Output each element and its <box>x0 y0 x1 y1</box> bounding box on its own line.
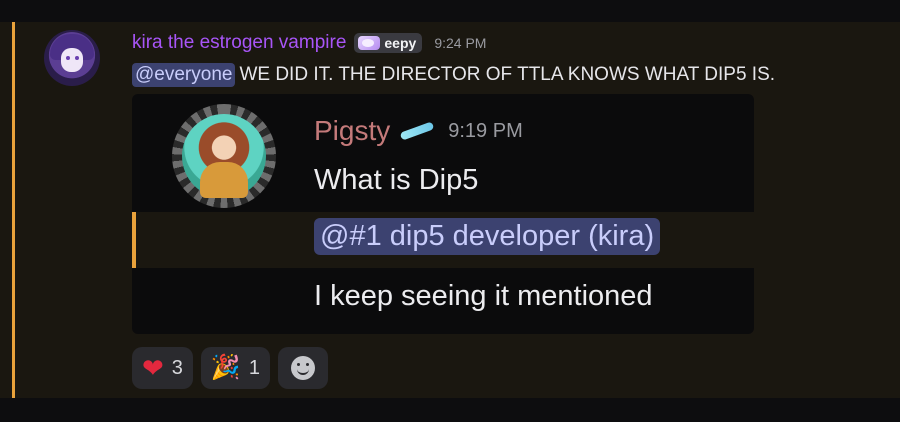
reaction-heart[interactable]: ❤ 3 <box>132 347 193 389</box>
tag-icon <box>358 36 381 50</box>
quoted-screenshot[interactable]: Pigsty 9:19 PM What is Dip5 @#1 dip5 dev… <box>132 94 754 334</box>
quoted-timestamp: 9:19 PM <box>448 119 523 142</box>
reaction-party[interactable]: 🎉 1 <box>200 347 270 389</box>
pill-icon <box>399 121 435 141</box>
avatar[interactable] <box>44 30 100 86</box>
bottom-bar <box>0 398 900 422</box>
message-content: @everyone WE DID IT. THE DIRECTOR OF TTL… <box>132 62 775 88</box>
reactions-bar: ❤ 3 🎉 1 <box>132 347 328 389</box>
username[interactable]: kira the estrogen vampire <box>132 32 346 54</box>
server-tag-label: eepy <box>384 35 417 51</box>
smile-icon <box>290 356 315 380</box>
quoted-text-2: I keep seeing it mentioned <box>314 280 653 312</box>
quoted-text-1: What is Dip5 <box>314 164 479 196</box>
message-header: kira the estrogen vampire eepy 9:24 PM <box>132 32 486 54</box>
party-popper-icon: 🎉 <box>210 354 241 381</box>
timestamp[interactable]: 9:24 PM <box>434 35 486 51</box>
server-tag[interactable]: eepy <box>354 33 423 53</box>
message-text: WE DID IT. THE DIRECTOR OF TTLA KNOWS WH… <box>239 64 776 85</box>
top-bar <box>0 0 900 22</box>
quoted-header: Pigsty 9:19 PM <box>314 114 523 148</box>
reaction-count: 1 <box>248 356 260 379</box>
quoted-avatar <box>172 104 276 208</box>
everyone-mention[interactable]: @everyone <box>132 63 236 87</box>
quoted-role-mention: @#1 dip5 developer (kira) <box>314 218 661 255</box>
quoted-username: Pigsty <box>314 115 391 146</box>
heart-icon: ❤ <box>142 353 164 383</box>
mention-highlight-bar <box>12 22 15 398</box>
add-reaction-button[interactable] <box>277 347 328 389</box>
quoted-accent-bar <box>132 212 136 268</box>
reaction-count: 3 <box>171 356 183 379</box>
message: kira the estrogen vampire eepy 9:24 PM @… <box>0 22 900 398</box>
